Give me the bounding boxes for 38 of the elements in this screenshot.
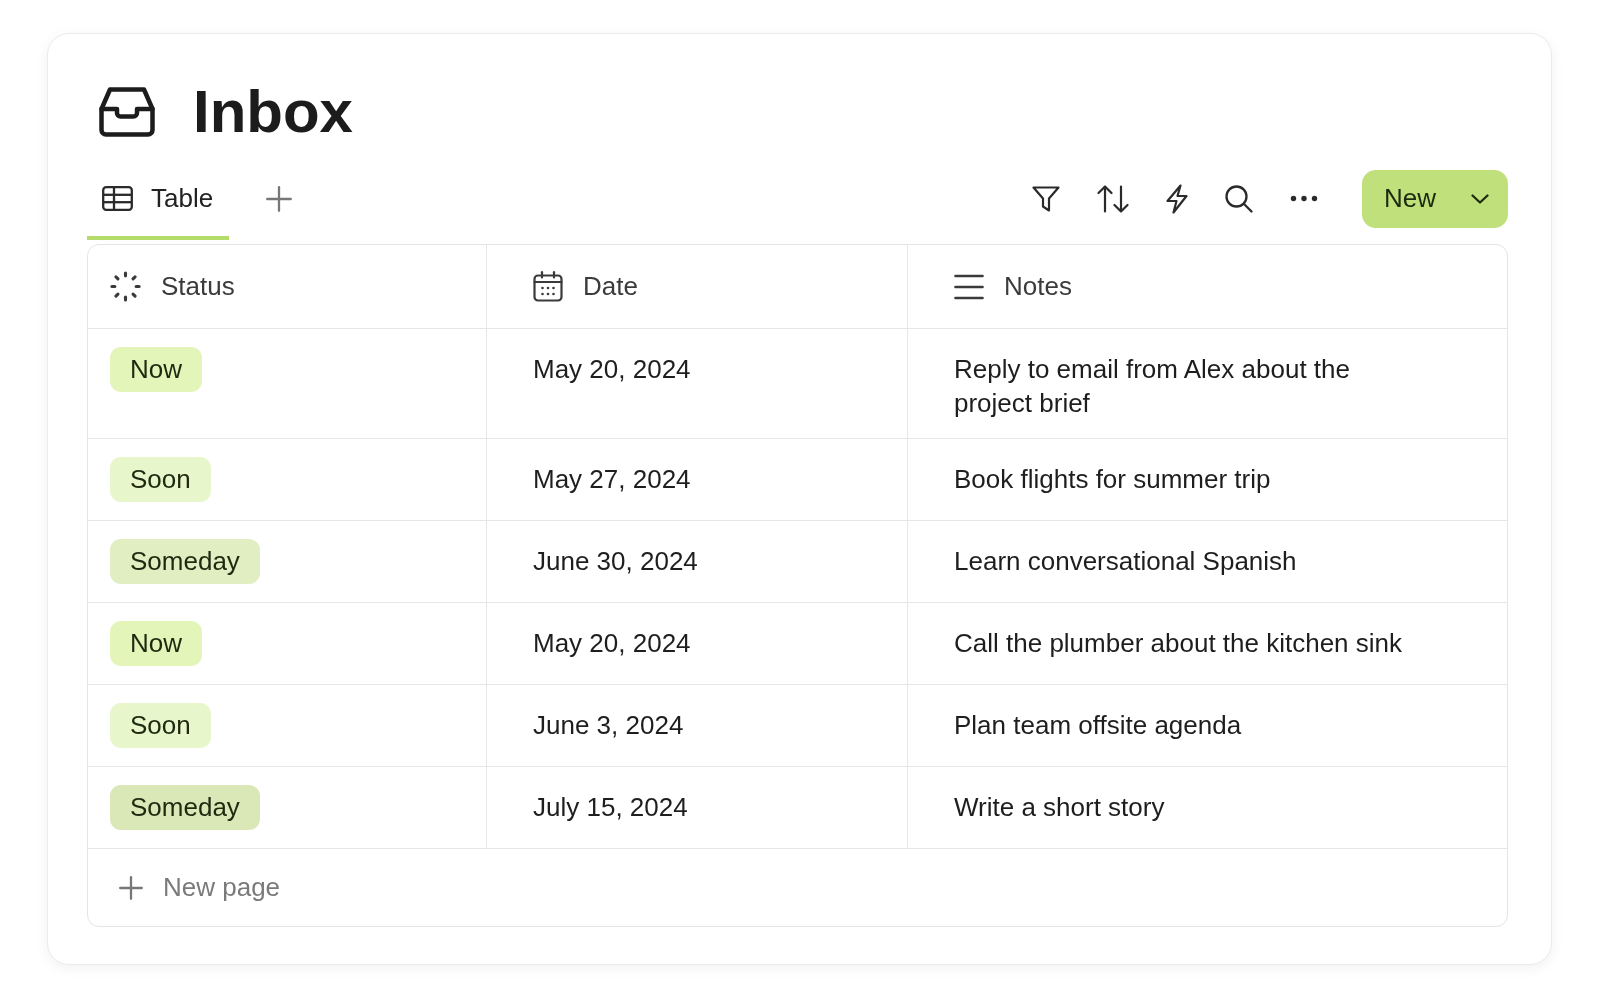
inbox-tray-icon	[99, 87, 155, 137]
chevron-down-icon	[1471, 193, 1489, 204]
column-header[interactable]: Date	[487, 245, 908, 328]
calendar-icon	[533, 271, 563, 302]
lightning-icon[interactable]	[1166, 183, 1188, 214]
filter-icon[interactable]	[1032, 184, 1060, 213]
more-icon[interactable]	[1290, 195, 1318, 202]
date-text: May 20, 2024	[533, 353, 691, 386]
page-title: Inbox	[193, 82, 353, 142]
date-text: May 20, 2024	[533, 627, 691, 660]
status-tag: Now	[110, 347, 202, 392]
search-icon[interactable]	[1225, 184, 1253, 213]
status-tag: Now	[110, 621, 202, 666]
view-tab[interactable]: Table	[87, 161, 230, 240]
note-text: Call the plumber about the kitchen sink	[954, 627, 1403, 660]
note-text: Plan team offsite agenda	[954, 709, 1242, 742]
note-text: Reply to email from Alex about the project brief	[954, 353, 1351, 420]
note-text: Write a short story	[954, 791, 1165, 824]
date-text: July 15, 2024	[533, 791, 688, 824]
plus-icon[interactable]	[266, 185, 293, 212]
column-header[interactable]: Notes	[908, 245, 1507, 328]
date-text: May 27, 2024	[533, 463, 691, 496]
column-header[interactable]: Status	[88, 245, 487, 328]
lines-icon	[954, 273, 984, 300]
note-text: Learn conversational Spanish	[954, 545, 1297, 578]
date-text: June 30, 2024	[533, 545, 698, 578]
status-tag: Someday	[110, 539, 260, 584]
status-tag: Someday	[110, 785, 260, 830]
spinner-icon	[110, 271, 141, 302]
plus-icon	[119, 875, 143, 900]
new-page-button[interactable]: New page	[119, 872, 281, 903]
note-text: Book flights for summer trip	[954, 463, 1271, 496]
new-button[interactable]: New	[1362, 169, 1508, 228]
status-tag: Soon	[110, 703, 211, 748]
status-tag: Soon	[110, 457, 211, 502]
table-icon	[102, 186, 133, 211]
date-text: June 3, 2024	[533, 709, 684, 742]
sort-icon[interactable]	[1097, 184, 1129, 213]
